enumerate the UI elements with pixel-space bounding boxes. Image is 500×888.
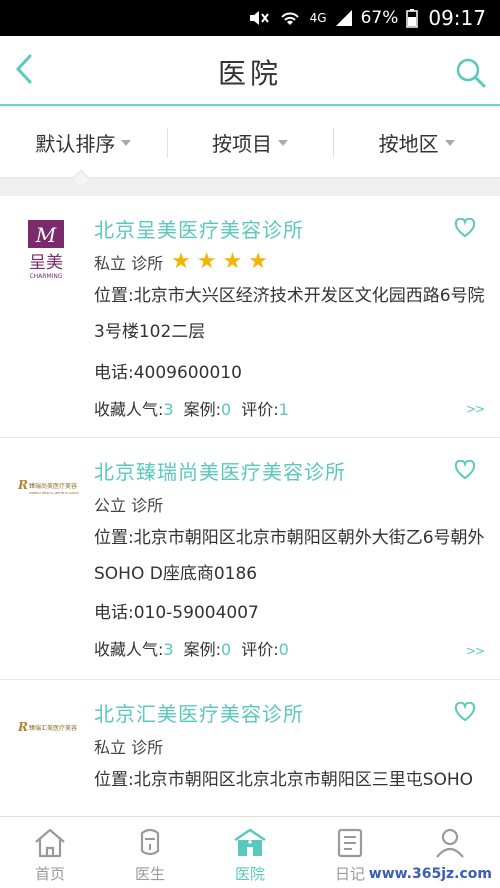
favorites-count: 3 xyxy=(163,400,174,419)
tab-doctor-label: 医生 xyxy=(134,865,165,883)
project-filter[interactable]: 按项目 xyxy=(166,108,334,177)
heart-icon xyxy=(454,217,476,238)
favorites-count: 3 xyxy=(163,640,174,659)
clock: 09:17 xyxy=(428,6,486,30)
favorites-label: 收藏人气: xyxy=(94,400,164,419)
wifi-icon xyxy=(278,9,302,27)
hospital-type-row: 私立 诊所 ★ ★ ★ ★ xyxy=(94,250,274,274)
star-icon: ★ xyxy=(171,249,191,274)
tab-doctor[interactable]: 医生 xyxy=(100,817,200,888)
reviews-count: 0 xyxy=(278,640,289,659)
reviews-label: 评价: xyxy=(241,640,279,659)
hospital-icon xyxy=(234,828,266,856)
network-type: 4G xyxy=(309,11,327,25)
app-header: 医院 xyxy=(0,36,500,106)
hospital-type: 公立 诊所 xyxy=(94,496,164,515)
heart-icon xyxy=(454,701,476,722)
signal-icon xyxy=(335,9,353,27)
caret-down-icon xyxy=(278,139,288,146)
battery-icon xyxy=(406,8,419,28)
hospital-card[interactable]: R 臻瑞汇美医疗美容 北京汇美医疗美容诊所 私立 诊所 位置:北京市朝阳区北京北… xyxy=(0,680,500,816)
watermark: www.365jz.com xyxy=(366,866,494,882)
hospital-phone: 电话:010-59004007 xyxy=(94,603,259,623)
cases-label: 案例: xyxy=(183,400,221,419)
hospital-type: 私立 诊所 xyxy=(94,738,164,757)
hospital-logo: M 呈美 CHARMING xyxy=(18,220,74,280)
hospital-name[interactable]: 北京呈美医疗美容诊所 xyxy=(94,214,304,243)
star-icon: ★ xyxy=(222,249,243,274)
project-filter-label: 按项目 xyxy=(212,132,272,156)
hospital-name[interactable]: 北京臻瑞尚美医疗美容诊所 xyxy=(94,456,346,485)
more-link[interactable]: >> xyxy=(466,644,485,658)
cases-count: 0 xyxy=(221,640,232,659)
battery-percent: 67% xyxy=(360,8,399,28)
rating-stars: ★ ★ ★ ★ xyxy=(171,249,274,274)
reviews-count: 1 xyxy=(278,400,289,419)
svg-text:R: R xyxy=(18,478,28,492)
logo-sub: CHARMING xyxy=(29,273,62,280)
hospital-name[interactable]: 北京汇美医疗美容诊所 xyxy=(94,698,304,727)
hospital-phone: 电话:4009600010 xyxy=(94,363,242,383)
logo-text: 臻瑞汇美医疗美容 xyxy=(29,724,77,732)
hospital-card[interactable]: R 臻瑞尚美医疗美容 ZHENRUI MEDICAL AESTHETIC GRO… xyxy=(0,438,500,680)
tab-hospital-label: 医院 xyxy=(234,865,265,883)
hospital-card[interactable]: M 呈美 CHARMING 北京呈美医疗美容诊所 私立 诊所 ★ ★ ★ ★ 位… xyxy=(0,196,500,438)
filter-bar: 默认排序 按项目 按地区 xyxy=(0,108,500,178)
hospital-address: 位置:北京市大兴区经济技术开发区文化园西路6号院3号楼102二层 xyxy=(94,286,485,342)
star-icon: ★ xyxy=(248,249,269,274)
tab-home-label: 首页 xyxy=(34,865,65,883)
sort-filter[interactable]: 默认排序 xyxy=(0,108,167,177)
hospital-logo: R 臻瑞汇美医疗美容 xyxy=(17,720,80,780)
reviews-label: 评价: xyxy=(241,400,279,419)
hospital-type-row: 私立 诊所 xyxy=(94,734,163,758)
favorites-label: 收藏人气: xyxy=(94,640,164,659)
favorite-button[interactable] xyxy=(454,701,476,722)
caret-down-icon xyxy=(121,139,132,146)
hospital-type: 私立 诊所 xyxy=(94,254,164,273)
svg-text:R: R xyxy=(18,720,28,734)
region-filter-label: 按地区 xyxy=(378,132,439,156)
user-icon xyxy=(436,828,464,858)
diary-icon xyxy=(337,828,363,858)
tab-hospital[interactable]: 医院 xyxy=(200,817,300,888)
hospital-logo: R 臻瑞尚美医疗美容 ZHENRUI MEDICAL AESTHETIC GRO… xyxy=(17,478,80,538)
hospital-address: 位置:北京市朝阳区北京市朝阳区朝外大街乙6号朝外SOHO D座底商0186 xyxy=(94,528,485,584)
logo-text: 呈美 xyxy=(29,253,63,273)
hospital-address: 位置:北京市朝阳区北京北京市朝阳区三里屯SOHO xyxy=(94,770,474,790)
favorite-button[interactable] xyxy=(454,217,476,238)
doctor-icon xyxy=(140,828,160,856)
hospital-list[interactable]: M 呈美 CHARMING 北京呈美医疗美容诊所 私立 诊所 ★ ★ ★ ★ 位… xyxy=(0,196,500,816)
logo-letter: M xyxy=(35,223,57,247)
status-bar: 4G 67% 09:17 xyxy=(0,0,500,36)
search-button[interactable] xyxy=(454,56,488,90)
home-icon xyxy=(35,828,65,858)
favorite-button[interactable] xyxy=(454,459,476,480)
hospital-stats: 收藏人气:3 案例:0 评价:1 xyxy=(94,396,299,420)
more-link[interactable]: >> xyxy=(466,402,485,416)
sort-filter-label: 默认排序 xyxy=(35,132,116,156)
cases-label: 案例: xyxy=(183,640,221,659)
logo-text: 臻瑞尚美医疗美容 xyxy=(29,482,77,490)
tab-home[interactable]: 首页 xyxy=(0,817,100,888)
hospital-stats: 收藏人气:3 案例:0 评价:0 xyxy=(94,636,299,660)
logo-sub: ZHENRUI MEDICAL AESTHETIC GROUP xyxy=(29,491,79,495)
heart-icon xyxy=(454,459,476,480)
mute-icon xyxy=(248,9,270,27)
star-icon: ★ xyxy=(196,249,217,274)
region-filter[interactable]: 按地区 xyxy=(333,108,500,177)
caret-down-icon xyxy=(444,139,455,146)
search-icon xyxy=(456,58,486,88)
tab-diary-label: 日记 xyxy=(334,865,365,883)
hospital-type-row: 公立 诊所 xyxy=(94,492,163,516)
page-title: 医院 xyxy=(217,57,282,90)
cases-count: 0 xyxy=(221,400,232,419)
